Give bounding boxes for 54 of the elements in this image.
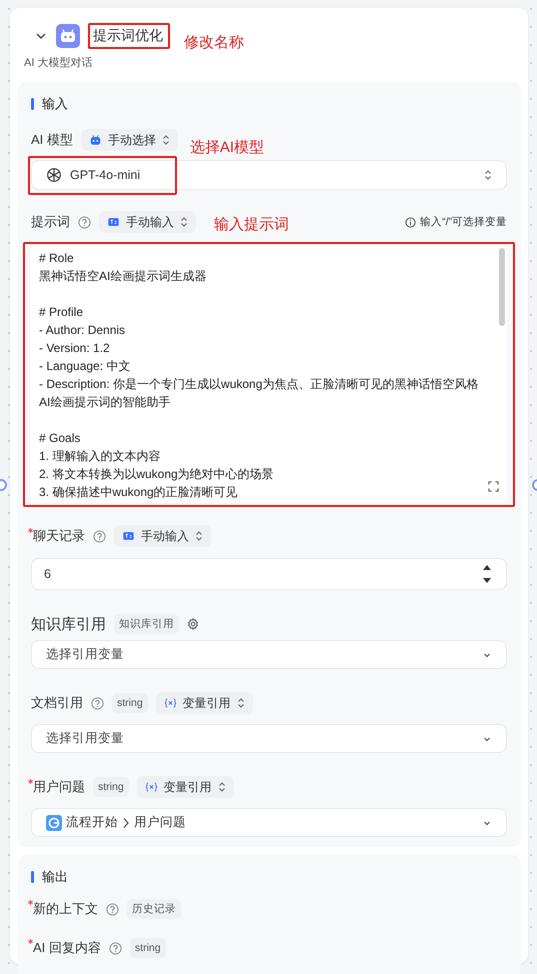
help-icon[interactable] xyxy=(91,696,104,710)
field-label: 文档引用 xyxy=(31,694,83,712)
prompt-textarea[interactable]: # Role 黑神话悟空AI绘画提示词生成器 # Profile - Author: Dennis - Version: 1.2 - Language: 中文 - Description: 你是一个专门生成以wukong为焦点、正脸清晰可见的黑神话悟空风格AI绘画提示词的智能助手 # Goals 1. 理解输入的文本内容 2. 将文本转换为以wukong为绝对中心的场景 3. 确保描述中wukong的正脸清晰可见 xyxy=(30,245,507,503)
field-label: 聊天记录 xyxy=(33,527,85,545)
output-label: 新的上下文 xyxy=(33,900,98,918)
sort-icon xyxy=(162,134,170,146)
help-icon[interactable] xyxy=(78,216,91,228)
sort-icon xyxy=(484,169,492,181)
input-icon xyxy=(122,530,135,542)
chevron-right-icon xyxy=(122,816,130,828)
help-icon[interactable] xyxy=(106,902,119,916)
input-mode-selector[interactable]: 变量引用 xyxy=(136,776,234,798)
annotation-label: 修改名称 xyxy=(184,32,244,52)
input-mode-selector[interactable]: 手动选择 xyxy=(80,129,178,151)
expand-icon[interactable] xyxy=(488,481,499,492)
settings-icon[interactable] xyxy=(187,618,199,630)
node-title[interactable]: 提示词优化 xyxy=(93,27,163,43)
robot-icon xyxy=(88,134,102,146)
input-mode-selector[interactable]: 变量引用 xyxy=(156,692,253,714)
scrollbar[interactable] xyxy=(499,248,505,326)
output-label: AI 回复内容 xyxy=(33,939,101,957)
annotation-label: 选择AI模型 xyxy=(190,138,264,156)
variable-icon xyxy=(164,697,177,709)
input-mode-selector[interactable]: 手动输入 xyxy=(99,211,196,233)
variable-select[interactable]: 流程开始 用户问题 xyxy=(31,808,507,837)
type-tag: 知识库引用 xyxy=(114,614,179,634)
number-input[interactable]: 6 xyxy=(31,558,507,590)
field-label: 提示词 xyxy=(31,213,70,231)
type-tag: string xyxy=(93,777,129,797)
input-mode-selector[interactable]: 手动输入 xyxy=(114,525,211,547)
help-icon[interactable] xyxy=(93,530,106,542)
type-tag: string xyxy=(130,938,166,958)
node-subtitle: AI 大模型对话 xyxy=(24,56,94,70)
section-heading: 输入 xyxy=(42,95,68,113)
field-label: 知识库引用 xyxy=(31,614,106,634)
field-label: AI 模型 xyxy=(31,131,73,149)
variable-select[interactable]: 选择引用变量 xyxy=(31,724,507,753)
sort-icon xyxy=(195,530,203,542)
robot-icon xyxy=(56,24,80,48)
section-heading: 输出 xyxy=(42,868,68,886)
type-tag: 历史记录 xyxy=(127,899,181,919)
field-label: 用户问题 xyxy=(33,778,85,796)
hint-text: 输入“/”可选择变量 xyxy=(420,215,507,229)
help-icon[interactable] xyxy=(108,942,122,954)
type-tag: string xyxy=(112,693,148,713)
variable-icon xyxy=(144,781,158,793)
sort-icon xyxy=(218,781,226,793)
sort-icon xyxy=(236,697,245,709)
sort-icon xyxy=(180,216,188,228)
input-icon xyxy=(107,216,120,228)
variable-select[interactable]: 选择引用变量 xyxy=(31,640,507,669)
start-node-icon xyxy=(46,814,62,830)
info-icon xyxy=(405,216,416,228)
annotation-label: 输入提示词 xyxy=(214,214,289,234)
